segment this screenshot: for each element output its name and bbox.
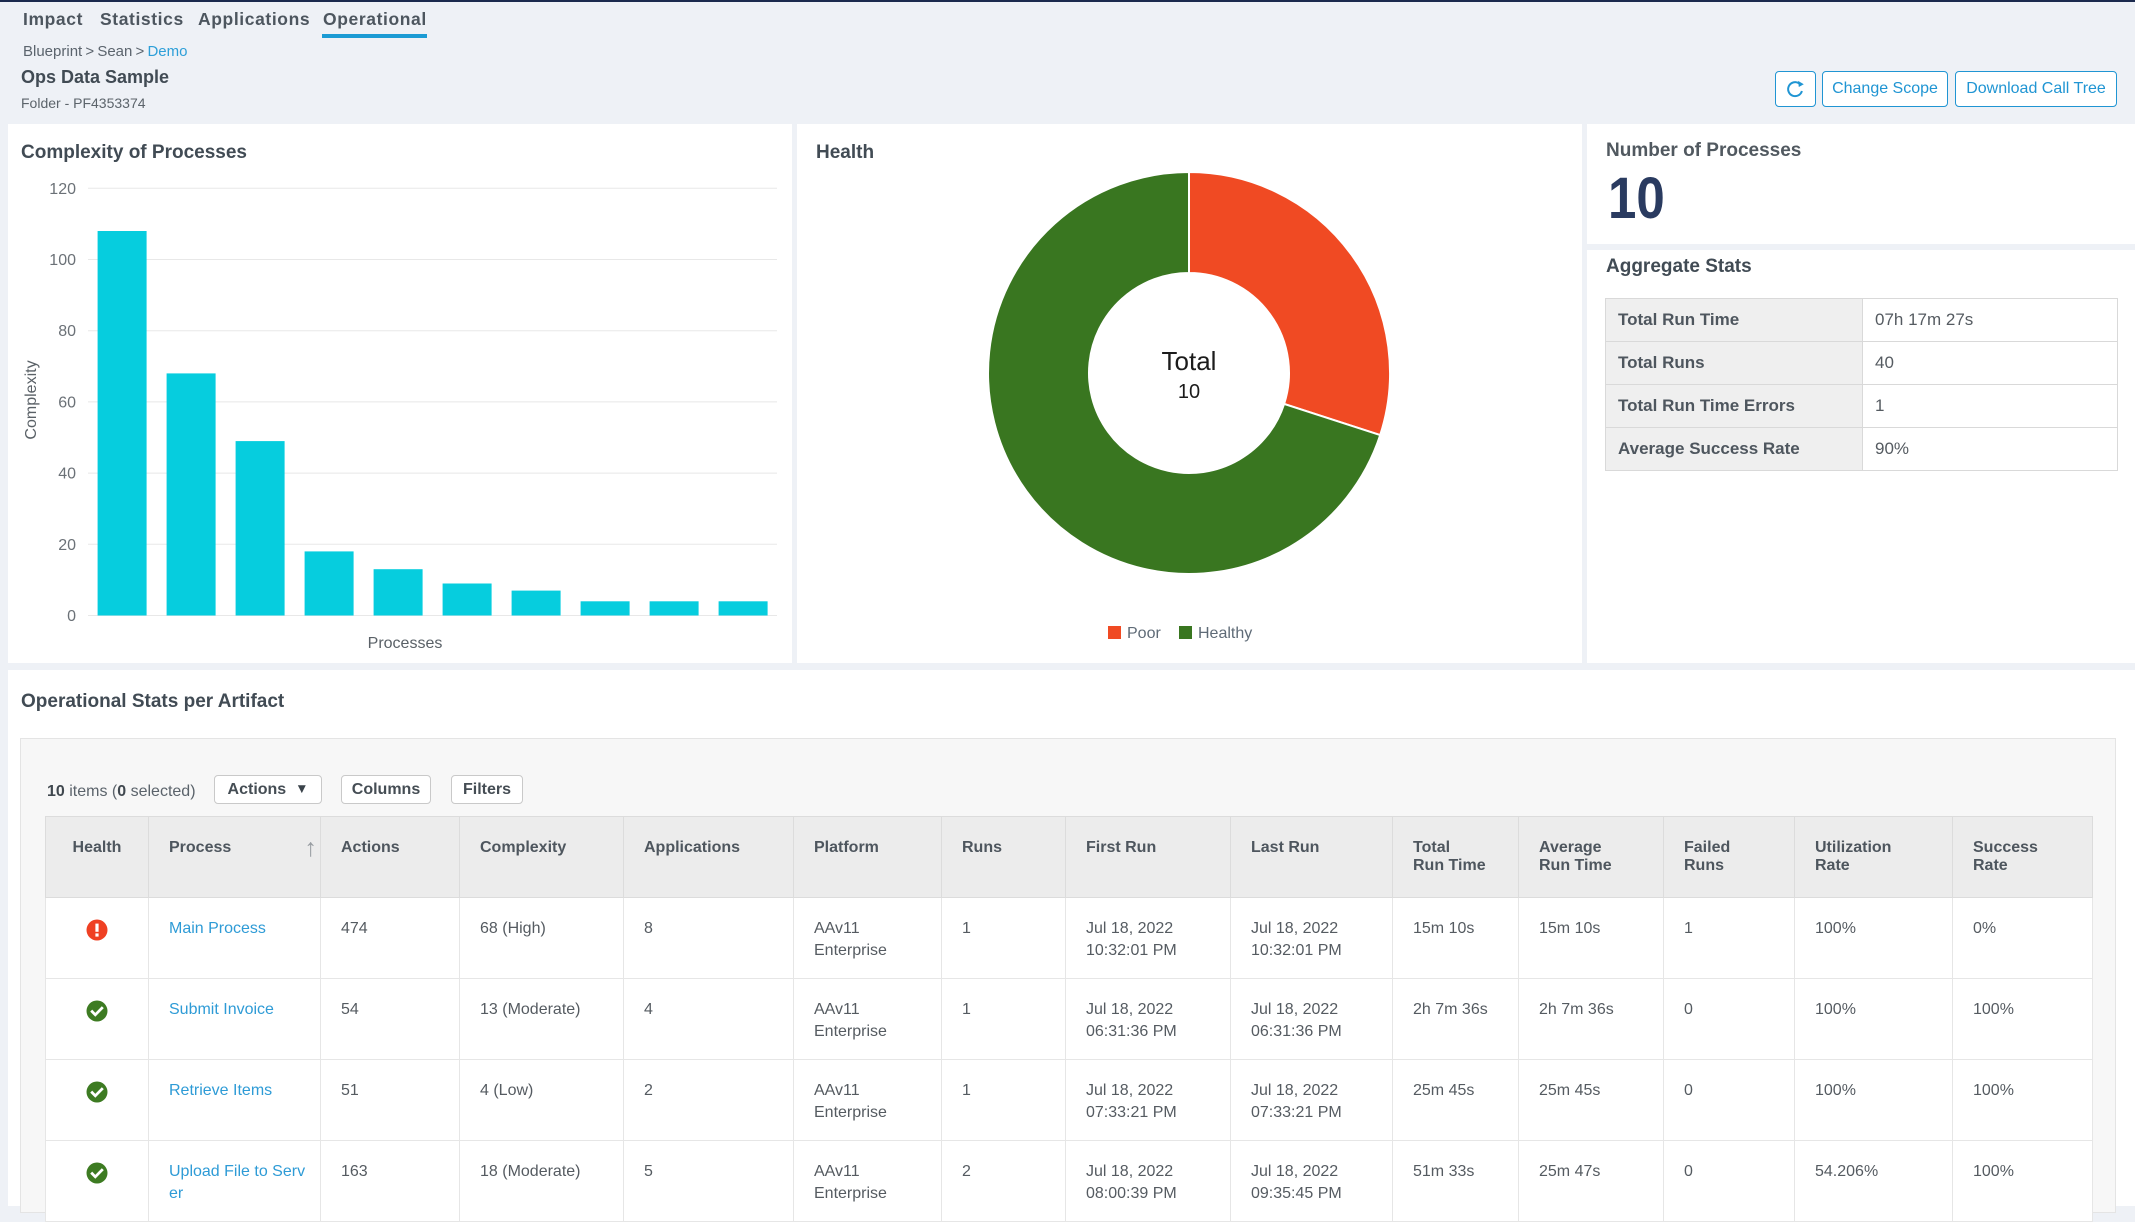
svg-text:120: 120 bbox=[49, 181, 76, 198]
svg-text:0: 0 bbox=[67, 608, 76, 625]
svg-text:60: 60 bbox=[58, 394, 76, 411]
svg-text:20: 20 bbox=[58, 537, 76, 554]
svg-text:Healthy: Healthy bbox=[1198, 625, 1252, 642]
svg-text:Processes: Processes bbox=[368, 635, 443, 652]
svg-text:Total: Total bbox=[1162, 346, 1217, 376]
svg-text:80: 80 bbox=[58, 323, 76, 340]
svg-text:100: 100 bbox=[49, 252, 76, 269]
svg-text:Poor: Poor bbox=[1127, 625, 1161, 642]
svg-text:10: 10 bbox=[1178, 381, 1200, 403]
svg-text:Complexity: Complexity bbox=[23, 360, 40, 439]
svg-text:40: 40 bbox=[58, 466, 76, 483]
